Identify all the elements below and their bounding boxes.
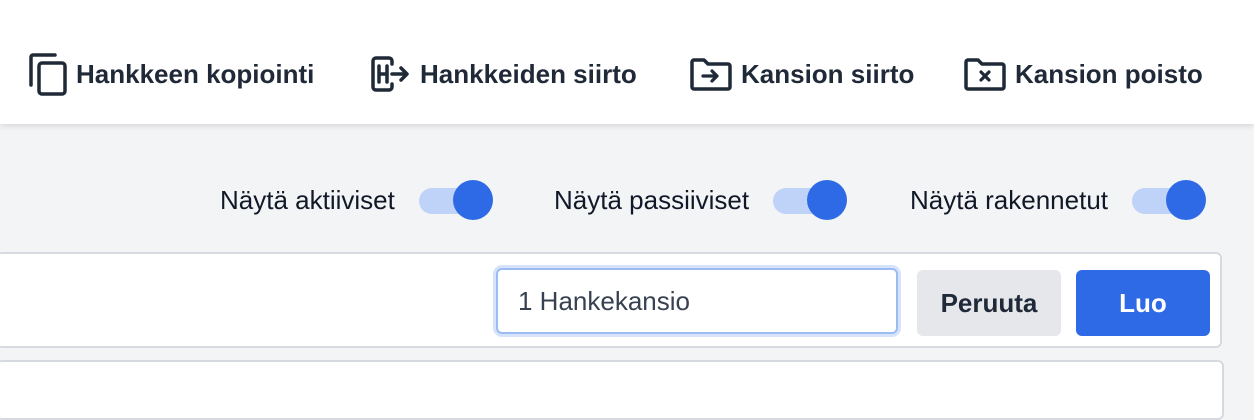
copy-project-button[interactable]: Hankkeen kopiointi xyxy=(28,52,314,96)
folder-name-input[interactable] xyxy=(496,268,898,334)
folder-delete-icon xyxy=(963,56,1007,92)
create-folder-panel: Peruuta Luo xyxy=(0,252,1222,348)
folder-list-panel xyxy=(0,360,1224,420)
toggle-knob xyxy=(452,180,493,220)
move-projects-label: Hankkeiden siirto xyxy=(420,58,637,89)
delete-folder-label: Kansion poisto xyxy=(1015,58,1203,89)
filter-built-toggle[interactable] xyxy=(1132,178,1207,222)
move-folder-label: Kansion siirto xyxy=(741,58,915,89)
filter-active-toggle[interactable] xyxy=(418,178,493,222)
filter-built-label: Näytä rakennetut xyxy=(910,184,1109,215)
filter-passive-label: Näytä passiiviset xyxy=(554,184,750,215)
toggle-knob xyxy=(1166,180,1207,220)
cancel-button[interactable]: Peruuta xyxy=(917,270,1061,336)
move-projects-button[interactable]: Hankkeiden siirto xyxy=(370,52,637,96)
create-button[interactable]: Luo xyxy=(1076,270,1210,336)
filter-passive-toggle[interactable] xyxy=(773,178,848,222)
delete-folder-button[interactable]: Kansion poisto xyxy=(963,52,1203,96)
main-area: Näytä aktiiviset Näytä passiiviset Näytä… xyxy=(0,124,1254,420)
copy-project-label: Hankkeen kopiointi xyxy=(76,58,315,89)
filter-passive: Näytä passiiviset xyxy=(554,178,848,222)
toggle-knob xyxy=(807,180,848,220)
filter-built: Näytä rakennetut xyxy=(910,178,1207,222)
copy-icon xyxy=(28,52,68,96)
filter-active-label: Näytä aktiiviset xyxy=(220,184,395,215)
move-folder-button[interactable]: Kansion siirto xyxy=(689,52,914,96)
toolbar: Hankkeen kopiointi Hankkeiden siirto Kan… xyxy=(0,0,1254,124)
folder-move-icon xyxy=(689,56,733,92)
filter-active: Näytä aktiiviset xyxy=(220,178,493,222)
move-project-icon xyxy=(370,56,412,92)
